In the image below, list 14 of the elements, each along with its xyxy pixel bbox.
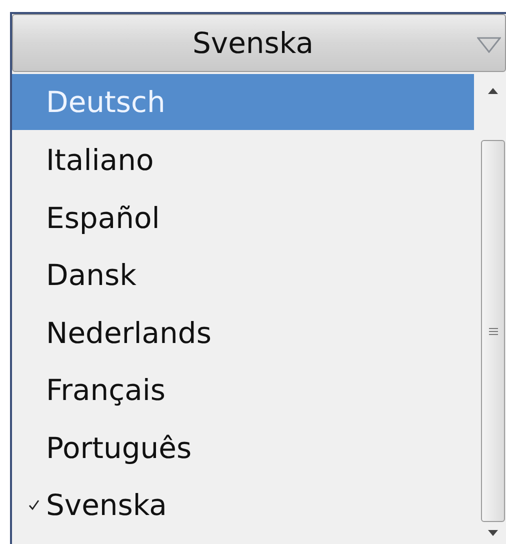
- scroll-down-icon[interactable]: [488, 530, 498, 536]
- scroll-up-icon[interactable]: [488, 88, 498, 94]
- grip-icon: [488, 326, 498, 336]
- language-option[interactable]: Français: [12, 362, 480, 419]
- language-option[interactable]: Dansk: [12, 246, 480, 304]
- language-option[interactable]: Português: [12, 419, 480, 476]
- language-option[interactable]: Español: [12, 189, 480, 246]
- language-dropdown[interactable]: Svenska: [12, 14, 506, 72]
- language-option[interactable]: Svenska: [12, 476, 480, 534]
- language-option[interactable]: Italiano: [12, 132, 480, 189]
- scroll-thumb[interactable]: [481, 140, 505, 522]
- caret-icon: [477, 37, 501, 53]
- language-option[interactable]: Nederlands: [12, 304, 480, 362]
- checkmark-icon: [28, 499, 40, 512]
